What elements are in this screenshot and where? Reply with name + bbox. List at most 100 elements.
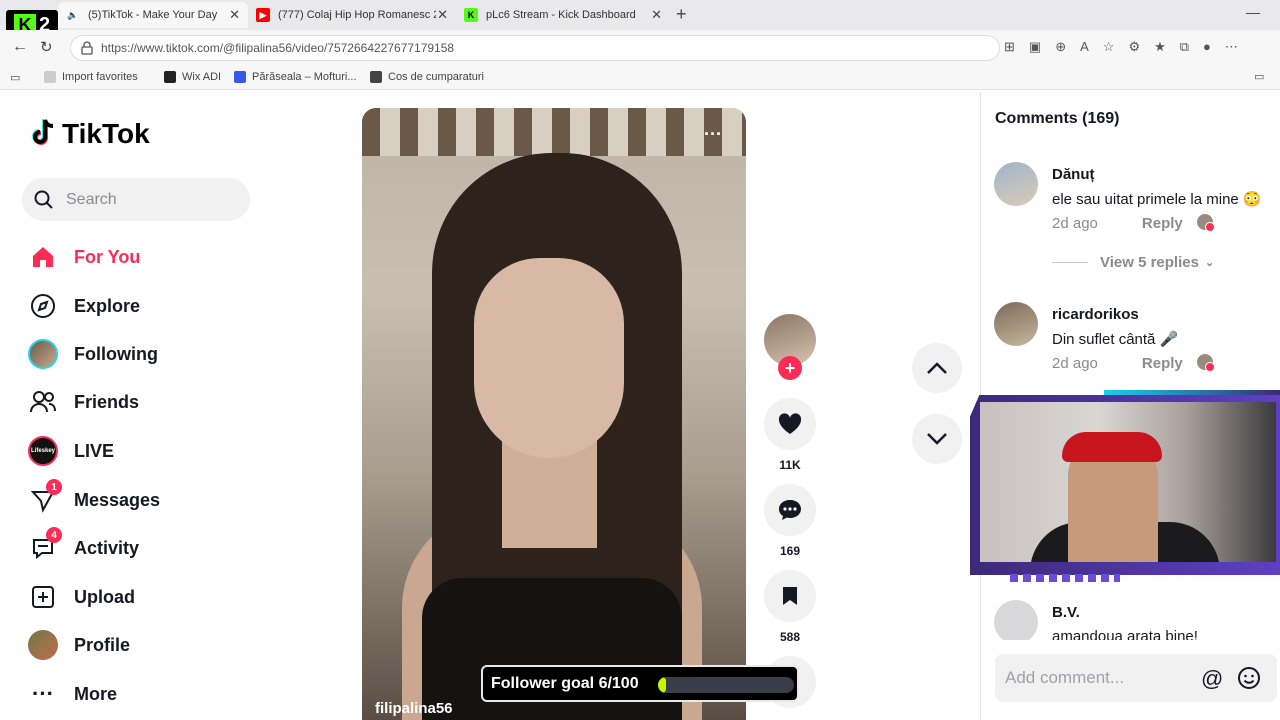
sidebar-item-label: Profile (74, 634, 131, 655)
more-icon[interactable]: ⋯ (1225, 39, 1238, 55)
tab-tiktok[interactable]: 🔈 (5)TikTok - Make Your Day ✕ (58, 2, 248, 28)
tab-kick[interactable]: K pLc6 Stream - Kick Dashboard ✕ (456, 2, 670, 28)
profile-icon[interactable]: ● (1203, 39, 1211, 55)
comment-text: ele sau uitat primele la mine 😳 (1052, 191, 1262, 208)
comment-avatar[interactable] (994, 600, 1038, 640)
url-field[interactable]: https://www.tiktok.com/@filipalina56/vid… (70, 35, 1000, 61)
upload-icon (26, 580, 60, 614)
wall-tiles (362, 108, 746, 156)
follower-goal-bar (658, 677, 794, 693)
url-text: https://www.tiktok.com/@filipalina56/vid… (101, 41, 455, 55)
heart-icon[interactable] (764, 398, 816, 450)
zoom-icon[interactable]: ⊕ (1055, 39, 1066, 55)
search-placeholder: Search (66, 190, 117, 208)
wix-icon (164, 71, 176, 83)
close-icon[interactable]: ✕ (437, 7, 448, 23)
sidebar-item-label: Following (74, 343, 158, 364)
comment-count: 169 (779, 544, 801, 558)
bookmark-label: Import favorites (62, 71, 138, 83)
comment-icon[interactable] (764, 484, 816, 536)
youtube-icon: ▶ (256, 8, 270, 22)
comment-time: 2d ago (1052, 215, 1098, 232)
kick-icon: K (464, 8, 478, 22)
bookmark-wix[interactable]: Wix ADI (164, 71, 221, 83)
video-username[interactable]: filipalina56 (375, 700, 453, 717)
chevron-down-icon: ⌄ (1204, 257, 1215, 269)
apps-icon[interactable]: ⊞ (1004, 39, 1015, 55)
messages-icon: 1 (26, 479, 62, 517)
sidebar-item-label: Explore (74, 295, 141, 316)
follower-goal-label: Follower goal 6/100 (491, 674, 639, 692)
comment-avatar[interactable] (994, 162, 1038, 206)
live-avatar: Lifeskey (26, 434, 60, 468)
mention-icon[interactable]: @ (1201, 666, 1223, 692)
sidebar-item-activity[interactable]: 4 Activity (26, 527, 139, 565)
sidebar-item-explore[interactable]: Explore (26, 289, 140, 323)
sidebar-item-friends[interactable]: Friends (26, 385, 139, 419)
video-figure-face (474, 258, 624, 458)
tab-youtube[interactable]: ▶ (777) Colaj Hip Hop Romanesc 20 ✕ (248, 2, 456, 28)
bookmark-icon[interactable] (764, 570, 816, 622)
sidebar-item-following[interactable]: Following (26, 337, 158, 371)
sidebar-item-messages[interactable]: 1 Messages (26, 479, 160, 517)
favorites-icon[interactable]: ★ (1154, 39, 1166, 55)
add-comment-input[interactable]: Add comment... @ (995, 654, 1277, 702)
live-avatar-text: Lifeskey (28, 436, 58, 466)
collections-icon[interactable]: ⧉ (1180, 39, 1189, 55)
comment-avatar[interactable] (994, 302, 1038, 346)
home-icon (26, 240, 60, 274)
logo-text: TikTok (62, 118, 150, 149)
video-player[interactable] (362, 108, 746, 720)
sidebar-item-label: LIVE (74, 440, 115, 461)
bookmark-label: Wix ADI (182, 71, 222, 83)
bookmark-mofturi[interactable]: Părăseala – Mofturi... (234, 71, 357, 83)
new-tab-button[interactable]: + (676, 4, 687, 25)
like-action[interactable]: 11K (764, 398, 816, 472)
activity-icon: 4 (26, 527, 62, 565)
comment-username[interactable]: ricardorikos (1052, 306, 1139, 323)
bookmark-import[interactable]: Import favorites (44, 71, 138, 83)
sidebar-item-label: More (74, 683, 118, 704)
view-replies-button[interactable]: View 5 replies ⌄ (1052, 254, 1214, 271)
reply-button[interactable]: Reply (1142, 355, 1183, 372)
tiktok-logo[interactable]: TikTok (30, 118, 150, 150)
video-more-icon[interactable]: ··· (704, 124, 722, 145)
sidebar-item-for-you[interactable]: For You (26, 240, 140, 274)
sidebar-item-live[interactable]: Lifeskey LIVE (26, 434, 114, 468)
replies-line (1052, 262, 1088, 263)
sidebar-item-upload[interactable]: Upload (26, 580, 135, 614)
comment-text: Din suflet cântă 🎤 (1052, 331, 1179, 348)
sidebar-toggle-icon[interactable]: ▭ (10, 71, 20, 84)
folder-icon[interactable]: ▭ (1254, 70, 1264, 83)
comment-username[interactable]: Dănuț (1052, 166, 1095, 183)
comment-username[interactable]: B.V. (1052, 604, 1080, 621)
previous-video-button[interactable] (912, 343, 962, 393)
address-bar-row: ← ↻ https://www.tiktok.com/@filipalina56… (0, 30, 1280, 66)
next-video-button[interactable] (912, 414, 962, 464)
comments-header: Comments (169) (995, 110, 1120, 127)
minimize-button[interactable]: — (1246, 4, 1260, 20)
extensions-icon[interactable]: ⚙ (1128, 39, 1140, 55)
follower-goal-fill (658, 677, 667, 693)
back-icon[interactable]: ← (12, 38, 28, 56)
webcam-feed (980, 402, 1276, 562)
emoji-icon[interactable] (1237, 666, 1261, 695)
bookmark-cos[interactable]: Cos de cumparaturi (370, 71, 484, 83)
save-action[interactable]: 588 (764, 570, 816, 644)
search-input[interactable]: Search (22, 178, 250, 221)
reader-icon[interactable]: ▣ (1029, 39, 1041, 55)
creator-liked-avatar (1197, 214, 1215, 232)
lock-icon (81, 41, 93, 58)
close-icon[interactable]: ✕ (229, 7, 240, 23)
webcam-figure-bandana (1062, 432, 1162, 462)
sidebar-item-more[interactable]: ··· More (26, 677, 117, 711)
favorite-star-icon[interactable]: ☆ (1103, 39, 1115, 55)
close-icon[interactable]: ✕ (651, 7, 662, 23)
reply-button[interactable]: Reply (1142, 215, 1183, 232)
read-aloud-icon[interactable]: A (1080, 39, 1089, 55)
comment-action[interactable]: 169 (764, 484, 816, 558)
refresh-icon[interactable]: ↻ (40, 38, 53, 56)
tab-title: (5)TikTok - Make Your Day (88, 9, 218, 21)
follow-button[interactable]: + (778, 356, 802, 380)
sidebar-item-profile[interactable]: Profile (26, 628, 130, 662)
